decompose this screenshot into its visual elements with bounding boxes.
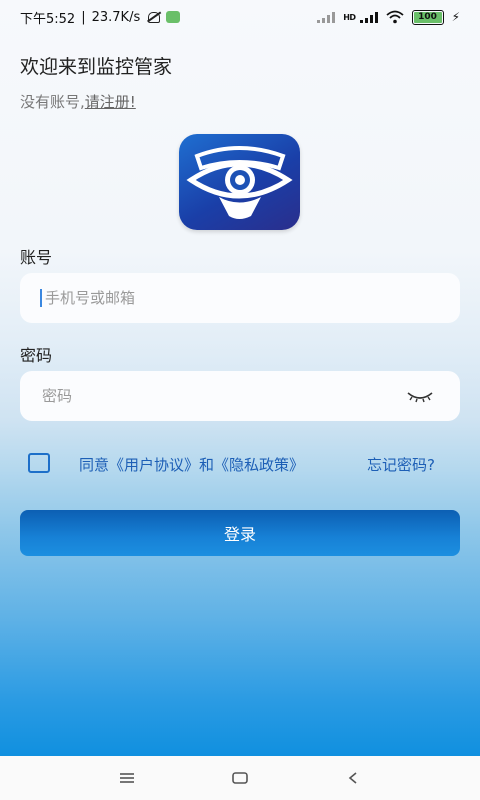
register-prompt: 没有账号,请注册! (20, 91, 136, 112)
welcome-title: 欢迎来到监控管家 (20, 56, 173, 78)
no-account-text: 没有账号, (20, 93, 85, 111)
password-field[interactable] (20, 371, 460, 421)
register-link[interactable]: 请注册! (85, 93, 136, 111)
back-icon[interactable] (333, 763, 373, 793)
status-speed: 23.7K/s (91, 9, 141, 25)
app-notification-icon (166, 11, 181, 23)
status-left: 下午5:52 | 23.7K/s (20, 8, 181, 27)
battery-level: 100 (418, 12, 437, 22)
agreement-checkbox[interactable] (28, 453, 50, 473)
text-cursor (40, 289, 42, 307)
password-input[interactable] (40, 386, 384, 406)
account-field[interactable] (20, 273, 460, 323)
battery-icon: 100 (411, 9, 444, 25)
password-label: 密码 (20, 346, 53, 365)
status-right: HD 100 ⚡ (317, 9, 460, 25)
navigation-bar (0, 756, 480, 800)
wifi-icon (385, 10, 404, 24)
home-icon[interactable] (220, 763, 260, 793)
forgot-password-link[interactable]: 忘记密码? (367, 454, 435, 475)
signal-icon (317, 11, 336, 23)
mute-bell-icon (146, 10, 161, 24)
status-time: 下午5:52 (20, 11, 76, 27)
charging-icon: ⚡ (451, 10, 460, 24)
status-bar: 下午5:52 | 23.7K/s HD 100 ⚡ (0, 0, 480, 34)
login-button[interactable]: 登录 (20, 510, 460, 556)
menu-icon[interactable] (107, 763, 147, 793)
signal-icon (359, 11, 378, 23)
app-logo (179, 134, 300, 230)
eye-closed-icon[interactable] (406, 389, 434, 403)
status-separator: | (81, 9, 86, 25)
eye-shield-icon (186, 146, 293, 219)
agreement-text[interactable]: 同意《用户协议》和《隐私政策》 (79, 454, 304, 475)
account-input[interactable] (43, 288, 387, 308)
hd-badge: HD (343, 12, 356, 22)
account-label: 账号 (20, 248, 53, 267)
